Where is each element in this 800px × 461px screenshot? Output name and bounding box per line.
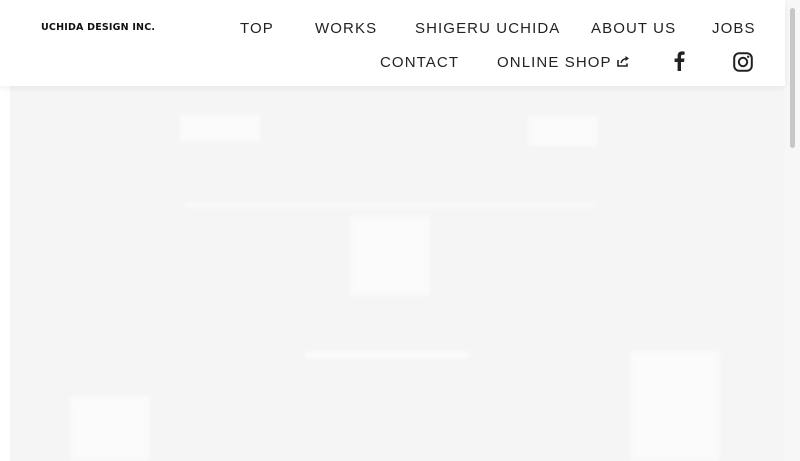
facebook-link[interactable] [674,51,685,76]
nav-online-shop-label: ONLINE SHOP [497,54,612,71]
site-header: UCHIDA DESIGN INC. TOP WORKS SHIGERU UCH… [0,0,785,86]
hero-faint-shape [305,351,470,359]
nav-shigeru-uchida[interactable]: SHIGERU UCHIDA [415,20,560,38]
instagram-link[interactable] [733,52,753,77]
nav-works[interactable]: WORKS [315,20,377,38]
hero-faint-shape [180,114,260,142]
hero-faint-shape [70,396,150,461]
facebook-icon [674,51,685,71]
nav-about-us[interactable]: ABOUT US [591,20,676,38]
site-logo[interactable]: UCHIDA DESIGN INC. [41,22,155,34]
hero-image [10,86,785,461]
instagram-icon [733,52,753,72]
hero-faint-shape [630,351,720,461]
nav-contact[interactable]: CONTACT [380,54,459,72]
hero-faint-shape [528,116,598,146]
external-link-icon [616,56,629,67]
nav-online-shop[interactable]: ONLINE SHOP [497,54,631,72]
page-scrollbar[interactable] [785,0,800,461]
hero-faint-shape [185,203,595,208]
nav-top[interactable]: TOP [240,20,274,38]
nav-jobs[interactable]: JOBS [712,20,756,38]
scrollbar-thumb[interactable] [790,8,795,148]
hero-faint-shape [350,216,430,296]
